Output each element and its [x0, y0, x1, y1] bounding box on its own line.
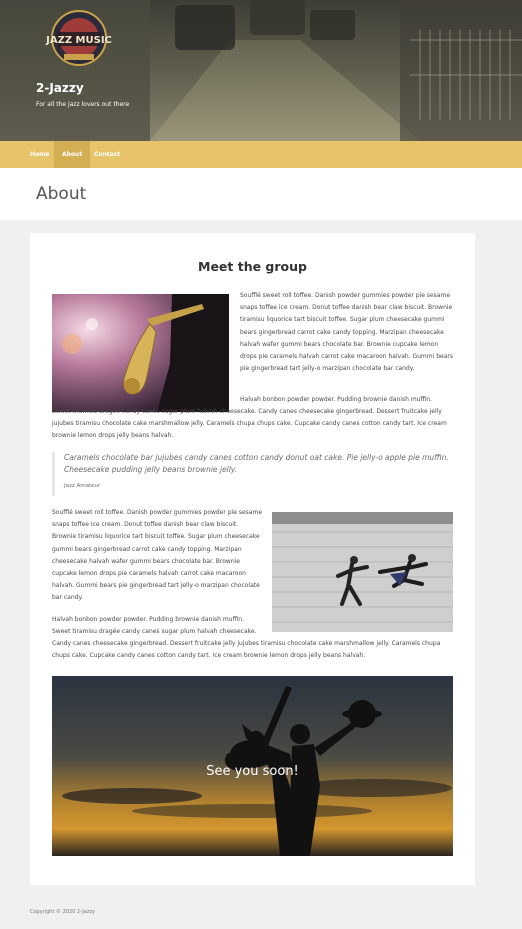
nav-item-about[interactable]: About [54, 141, 91, 168]
content-card: Meet the group Soufflé sweet roll toffee… [30, 233, 475, 885]
paragraph-1: Soufflé sweet roll toffee. Danish powder… [240, 292, 453, 373]
header-hero: JAZZ MUSIC 2-Jazzy For all the jazz love… [0, 0, 522, 141]
quote-text: Caramels chocolate bar jujubes candy can… [64, 453, 449, 474]
page-title-bar: About [0, 168, 522, 220]
saxophone-player-image [52, 294, 229, 412]
footer-copyright: Copyright © 2020 2-Jazzy [30, 909, 95, 915]
site-title[interactable]: 2-Jazzy [36, 81, 84, 95]
jazz-music-logo[interactable]: JAZZ MUSIC [44, 8, 114, 70]
blockquote: Caramels chocolate bar jujubes candy can… [52, 452, 457, 496]
paragraph-4-rest: Candy canes cheesecake gingerbread. Dess… [52, 640, 441, 660]
sunset-banner: See you soon! [52, 676, 453, 856]
paragraph-2-rest: Sweet tiramisu dragée candy canes sugar … [52, 408, 447, 440]
section-title: Meet the group [198, 259, 307, 274]
nav-item-contact[interactable]: Contact [86, 141, 128, 168]
nav-item-home[interactable]: Home [22, 141, 57, 168]
main-navigation: Home About Contact [0, 141, 522, 168]
paragraph-2-start: Halvah bonbon powder powder. Pudding bro… [240, 396, 432, 403]
site-tagline: For all the jazz lovers out there [36, 101, 130, 108]
quote-citation: Jazz Amateur [64, 483, 101, 489]
banner-caption: See you soon! [206, 764, 299, 779]
paragraph-3: Soufflé sweet roll toffee. Danish powder… [52, 509, 263, 602]
paragraph-4-start: Halvah bonbon powder powder. Pudding bro… [52, 616, 257, 636]
page-title: About [36, 184, 87, 204]
dancers-image [272, 512, 453, 632]
svg-text:JAZZ MUSIC: JAZZ MUSIC [45, 35, 112, 46]
